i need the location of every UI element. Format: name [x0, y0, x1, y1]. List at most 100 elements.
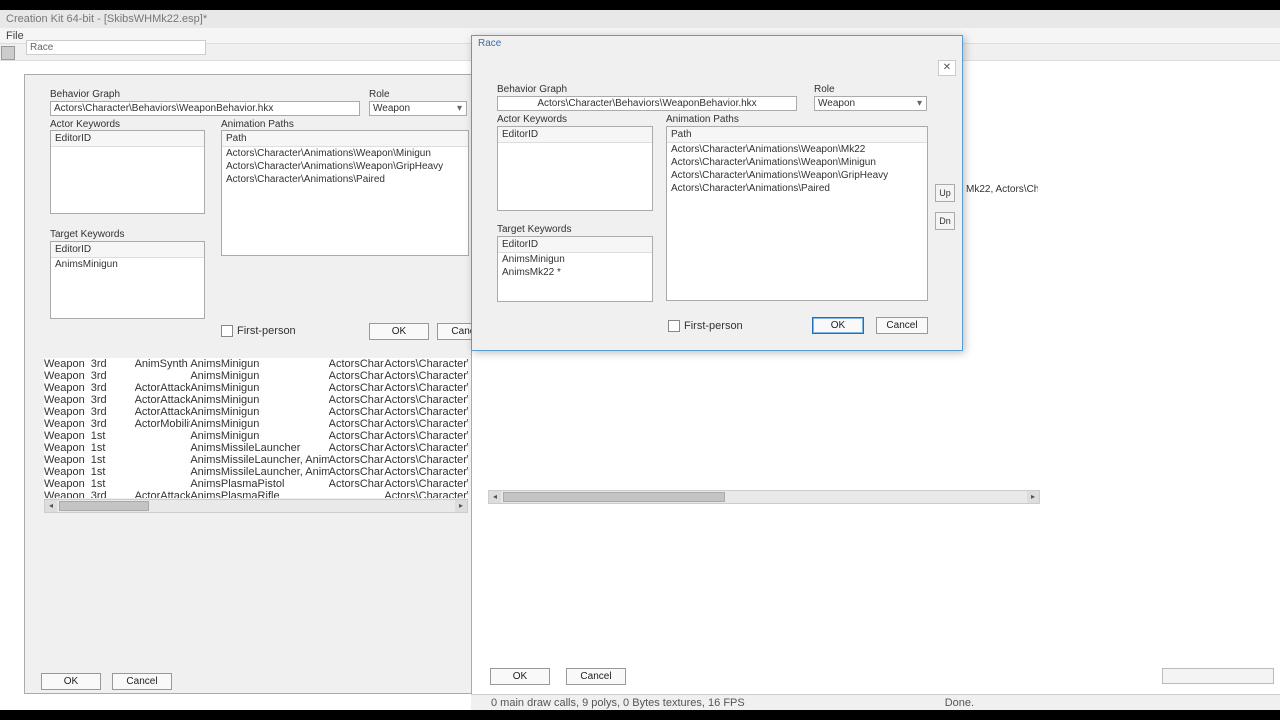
table-cell: Weapon [44, 418, 91, 430]
table-cell: 3rd [91, 358, 135, 370]
table-scrollbar[interactable]: ◂ ▸ [44, 499, 468, 513]
table-cell: 1st [91, 454, 135, 466]
animation-paths-list[interactable]: Path Actors\Character\Animations\Weapon\… [666, 126, 928, 301]
dialog-race-front: Race ✕ Behavior Graph Actors\Character\B… [471, 35, 963, 351]
scroll-right-icon[interactable]: ▸ [1027, 491, 1039, 503]
right-scrollbar[interactable]: ◂ ▸ [488, 490, 1040, 504]
scroll-thumb[interactable] [503, 492, 725, 502]
table-cell: ActorsChar… [329, 370, 385, 382]
role-select[interactable]: Weapon [369, 101, 467, 116]
list-header: Path [667, 127, 927, 143]
table-cell: Actors\Character\_1stPe [384, 454, 468, 466]
table-row[interactable]: Weapon1stAnimsPlasmaPistolActorsChar…Act… [44, 478, 468, 490]
table-cell: 1st [91, 466, 135, 478]
table-cell: Actors\Character\Anima [384, 406, 468, 418]
table-row[interactable]: Weapon3rdActorAttackI…AnimsMinigunActors… [44, 406, 468, 418]
table-cell: 1st [91, 478, 135, 490]
scroll-right-icon[interactable]: ▸ [455, 500, 467, 512]
animation-paths-list[interactable]: Path Actors\Character\Animations\Weapon\… [221, 130, 469, 256]
table-cell: ActorAttackI… [135, 382, 191, 394]
ok-button[interactable]: OK [812, 317, 864, 334]
ok-button[interactable]: OK [490, 668, 550, 685]
list-item[interactable]: AnimsMinigun [498, 253, 652, 266]
table-cell: AnimsMinigun [190, 430, 328, 442]
table-row[interactable]: Weapon1stAnimsMissileLauncher, AnimsQuad… [44, 454, 468, 466]
table-cell [135, 442, 191, 454]
toolbar-button[interactable] [1, 46, 15, 60]
table-row[interactable]: Weapon1stAnimsMissileLauncherActorsChar…… [44, 442, 468, 454]
checkbox-label: First-person [684, 320, 743, 332]
subgraph-table[interactable]: Weapon3rdAnimSynthAnimsMinigunActorsChar… [44, 358, 468, 498]
ok-button[interactable]: OK [369, 323, 429, 340]
table-cell: ActorMobilit… [135, 418, 191, 430]
animation-paths-label: Animation Paths [666, 114, 739, 125]
table-cell: ActorsChar… [329, 406, 385, 418]
table-row[interactable]: Weapon3rdAnimSynthAnimsMinigunActorsChar… [44, 358, 468, 370]
list-item[interactable]: Actors\Character\Animations\Weapon\GripH… [222, 160, 468, 173]
table-cell: Weapon [44, 358, 91, 370]
checkbox-label: First-person [237, 325, 296, 337]
table-cell: ActorAttackI… [135, 394, 191, 406]
table-cell [135, 466, 191, 478]
list-item[interactable]: Actors\Character\Animations\Weapon\GripH… [667, 169, 927, 182]
actor-keywords-list[interactable]: EditorID [497, 126, 653, 211]
table-cell: Actors\Character\_1stPe [384, 430, 468, 442]
table-row[interactable]: Weapon3rdActorAttackIAnimsPlasmaRifleAct… [44, 490, 468, 498]
behavior-graph-input[interactable]: Actors\Character\Behaviors\WeaponBehavio… [497, 96, 797, 111]
table-row[interactable]: Weapon3rdActorMobilit…AnimsMinigunActors… [44, 418, 468, 430]
table-cell: AnimsMinigun [190, 418, 328, 430]
table-cell: Weapon [44, 466, 91, 478]
menu-file[interactable]: File [6, 30, 24, 42]
list-header: EditorID [51, 242, 204, 258]
list-item[interactable]: Actors\Character\Animations\Paired [667, 182, 927, 195]
cancel-button[interactable]: Cancel [566, 668, 626, 685]
checkbox-icon [221, 325, 233, 337]
table-cell: Actors\Character\Anima [384, 358, 468, 370]
list-item[interactable]: AnimsMinigun [51, 258, 204, 271]
list-header: EditorID [51, 131, 204, 147]
up-button[interactable]: Up [935, 184, 955, 202]
table-cell: Weapon [44, 478, 91, 490]
table-cell: Weapon [44, 382, 91, 394]
scroll-left-icon[interactable]: ◂ [489, 491, 501, 503]
status-left: 0 main draw calls, 9 polys, 0 Bytes text… [491, 697, 745, 709]
animation-paths-label: Animation Paths [221, 119, 294, 130]
cancel-button[interactable]: Cancel [876, 317, 928, 334]
table-cell: Actors\Character\Anima [384, 370, 468, 382]
table-row[interactable]: Weapon3rdActorAttackI…AnimsMinigunActors… [44, 382, 468, 394]
table-row[interactable]: Weapon3rdAnimsMinigunActorsChar…Actors\C… [44, 370, 468, 382]
ok-button[interactable]: OK [41, 673, 101, 690]
table-cell: AnimsMinigun [190, 370, 328, 382]
target-keywords-label: Target Keywords [497, 224, 571, 235]
cancel-button[interactable]: Cancel [112, 673, 172, 690]
list-item[interactable]: Actors\Character\Animations\Weapon\Minig… [222, 147, 468, 160]
table-row[interactable]: Weapon1stAnimsMinigunActorsChar…Actors\C… [44, 430, 468, 442]
first-person-checkbox[interactable]: First-person [221, 325, 296, 337]
table-row[interactable]: Weapon3rdActorAttackI…AnimsMinigunActors… [44, 394, 468, 406]
statusbar: 0 main draw calls, 9 polys, 0 Bytes text… [471, 694, 1280, 710]
list-item[interactable]: Actors\Character\Animations\Weapon\Minig… [667, 156, 927, 169]
table-cell: ActorAttackI [135, 490, 191, 498]
list-item[interactable]: Actors\Character\Animations\Paired [222, 173, 468, 186]
behavior-graph-input[interactable]: Actors\Character\Behaviors\WeaponBehavio… [50, 101, 360, 116]
target-keywords-label: Target Keywords [50, 229, 124, 240]
scroll-left-icon[interactable]: ◂ [45, 500, 57, 512]
table-cell [135, 370, 191, 382]
close-icon[interactable]: ✕ [938, 60, 956, 76]
table-cell: Weapon [44, 454, 91, 466]
table-cell: 1st [91, 430, 135, 442]
table-cell: AnimsMissileLauncher, AnimsTriBarrel [190, 466, 328, 478]
list-header: EditorID [498, 237, 652, 253]
first-person-checkbox[interactable]: First-person [668, 320, 743, 332]
role-select[interactable]: Weapon [814, 96, 927, 111]
actor-keywords-list[interactable]: EditorID [50, 130, 205, 214]
table-row[interactable]: Weapon1st AnimsMissileLauncher, AnimsTriB… [44, 466, 468, 478]
list-item[interactable]: AnimsMk22 * [498, 266, 652, 279]
dn-button[interactable]: Dn [935, 212, 955, 230]
list-item[interactable]: Actors\Character\Animations\Weapon\Mk22 [667, 143, 927, 156]
target-keywords-list[interactable]: EditorID AnimsMinigun AnimsMk22 * [497, 236, 653, 302]
table-cell: ActorsChar… [329, 382, 385, 394]
scroll-thumb[interactable] [59, 501, 149, 511]
target-keywords-list[interactable]: EditorID AnimsMinigun [50, 241, 205, 319]
table-cell: ActorsChar… [329, 442, 385, 454]
